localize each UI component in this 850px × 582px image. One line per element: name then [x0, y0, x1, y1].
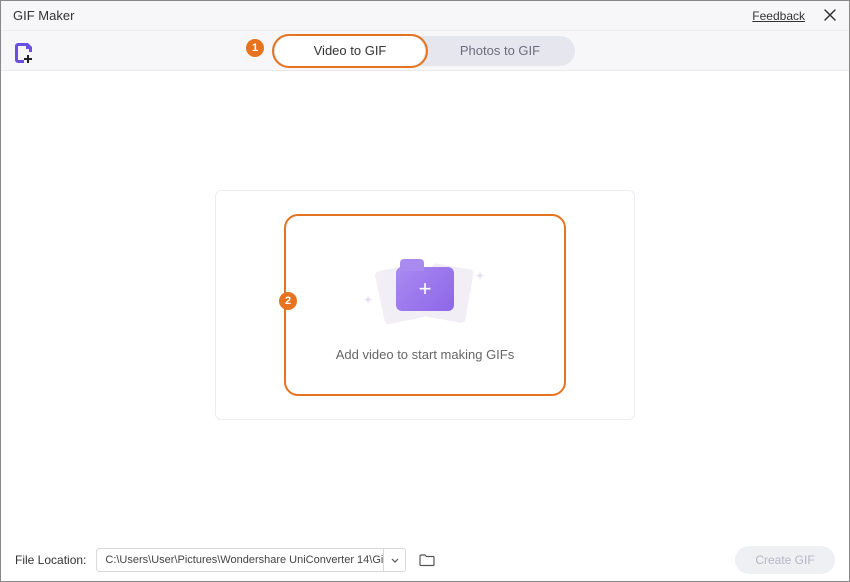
add-video-dropzone[interactable]: 2 + ✦ ✦ Add video to start making GIFs: [290, 220, 560, 390]
app-logo-icon: [13, 40, 35, 62]
footer: File Location: C:\Users\User\Pictures\Wo…: [1, 539, 849, 581]
app-title: GIF Maker: [13, 8, 74, 23]
tab-video-to-gif[interactable]: Video to GIF: [275, 36, 425, 66]
file-location-label: File Location:: [15, 553, 86, 567]
step-badge-2: 2: [279, 292, 297, 310]
chevron-down-icon[interactable]: [383, 549, 405, 571]
feedback-link[interactable]: Feedback: [752, 9, 805, 23]
create-gif-button[interactable]: Create GIF: [735, 546, 835, 574]
close-icon[interactable]: [823, 7, 837, 25]
step-badge-1: 1: [246, 39, 264, 57]
mode-tabs: Video to GIF Photos to GIF: [275, 36, 575, 66]
folder-plus-icon: +: [396, 267, 454, 311]
file-location-path: C:\Users\User\Pictures\Wondershare UniCo…: [105, 554, 383, 566]
tab-photos-to-gif[interactable]: Photos to GIF: [425, 36, 575, 66]
tab-label: Photos to GIF: [460, 43, 540, 58]
create-gif-label: Create GIF: [755, 553, 814, 567]
main-area: 2 + ✦ ✦ Add video to start making GIFs: [1, 71, 849, 539]
toolbar: Video to GIF Photos to GIF: [1, 31, 849, 71]
dropzone-prompt: Add video to start making GIFs: [336, 347, 514, 362]
titlebar: GIF Maker Feedback: [1, 1, 849, 31]
dropzone-card: 2 + ✦ ✦ Add video to start making GIFs: [215, 190, 635, 420]
dropzone-illustration: + ✦ ✦: [365, 249, 485, 329]
tab-label: Video to GIF: [314, 43, 387, 58]
browse-folder-button[interactable]: [416, 549, 438, 571]
file-location-field[interactable]: C:\Users\User\Pictures\Wondershare UniCo…: [96, 548, 406, 572]
